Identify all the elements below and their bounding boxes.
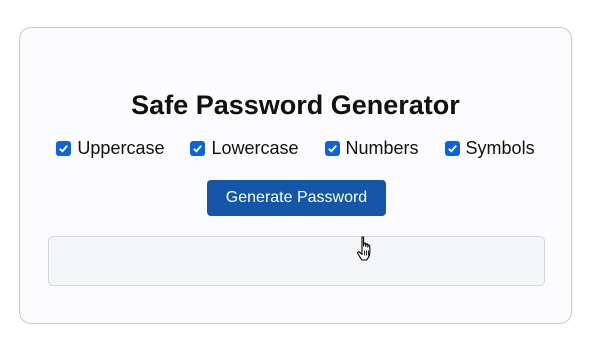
checkmark-icon bbox=[59, 145, 69, 153]
checkbox-symbols[interactable] bbox=[444, 141, 460, 156]
option-symbols[interactable]: Symbols bbox=[444, 138, 535, 159]
option-lowercase[interactable]: Lowercase bbox=[190, 138, 299, 159]
checkmark-icon bbox=[327, 145, 337, 153]
checkmark-icon bbox=[193, 145, 203, 153]
password-generator-card: Safe Password Generator Uppercase Lowerc… bbox=[19, 27, 572, 324]
option-numbers[interactable]: Numbers bbox=[324, 138, 419, 159]
option-label: Uppercase bbox=[77, 138, 165, 158]
checkmark-icon bbox=[447, 145, 457, 153]
option-label: Lowercase bbox=[211, 138, 299, 158]
generate-password-button[interactable]: Generate Password bbox=[207, 180, 386, 216]
option-label: Numbers bbox=[345, 138, 419, 158]
password-output[interactable] bbox=[48, 236, 545, 286]
page-title: Safe Password Generator bbox=[131, 90, 460, 120]
checkbox-uppercase[interactable] bbox=[56, 141, 72, 156]
checkbox-numbers[interactable] bbox=[324, 141, 340, 156]
option-label: Symbols bbox=[465, 138, 535, 158]
option-uppercase[interactable]: Uppercase bbox=[56, 138, 164, 159]
options-group: Uppercase Lowercase Numbers Symbols bbox=[20, 138, 571, 159]
checkbox-lowercase[interactable] bbox=[190, 141, 206, 156]
